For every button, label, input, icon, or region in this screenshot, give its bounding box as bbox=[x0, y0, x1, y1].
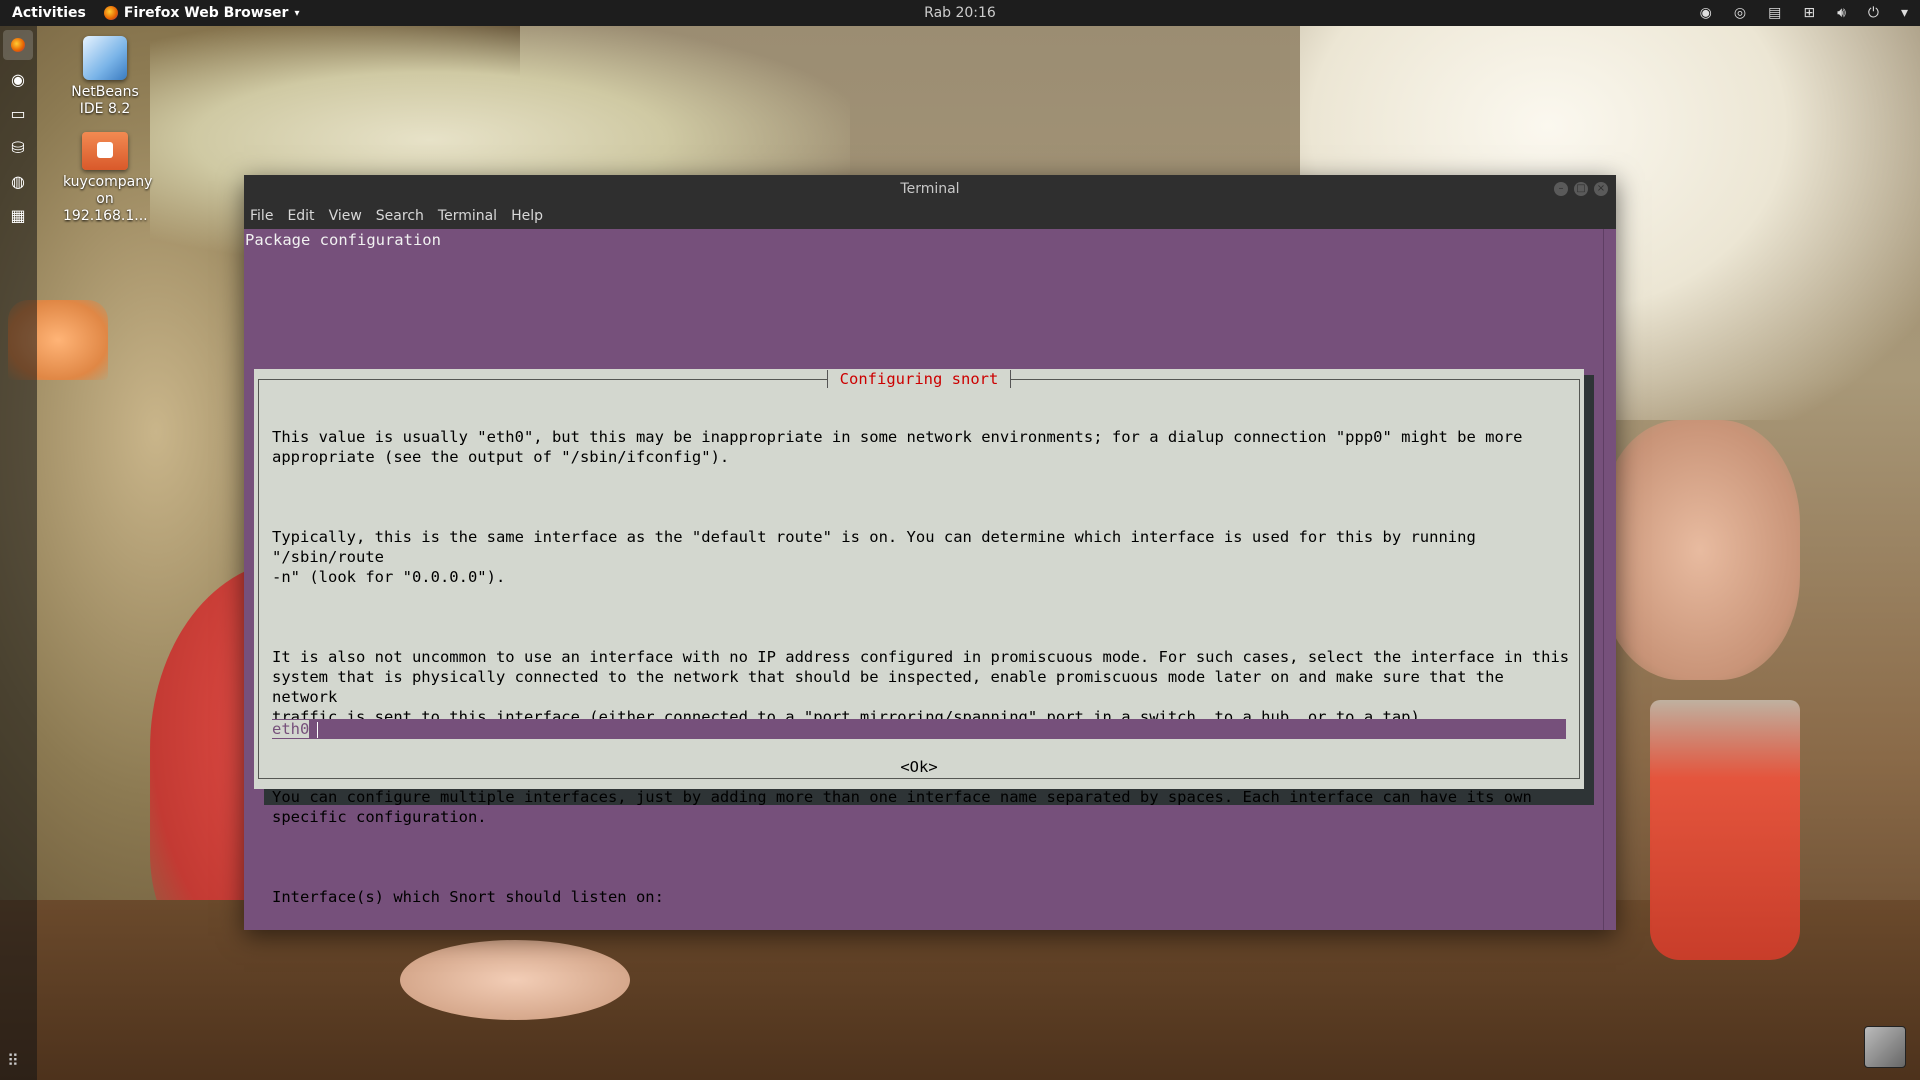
desktop-icon-label: NetBeans IDE 8.2 bbox=[71, 84, 139, 117]
clipboard-icon[interactable]: ▤ bbox=[1768, 5, 1781, 21]
desktop-icon-netbeans[interactable]: NetBeans IDE 8.2 bbox=[63, 36, 147, 118]
dialog-title: Configuring snort bbox=[254, 369, 1584, 389]
menu-file[interactable]: File bbox=[250, 208, 273, 224]
dock: ◉ ▭ ⛁ ◍ ▦ ⠿ bbox=[0, 26, 37, 1080]
firefox-dock-icon[interactable] bbox=[3, 30, 33, 60]
menu-edit[interactable]: Edit bbox=[287, 208, 314, 224]
terminal-content[interactable]: Package configuration Configuring snort … bbox=[244, 229, 1604, 930]
minimize-icon[interactable]: – bbox=[1554, 182, 1568, 196]
menu-view[interactable]: View bbox=[329, 208, 362, 224]
netbeans-icon bbox=[83, 36, 127, 80]
chevron-down-icon[interactable]: ▾ bbox=[1901, 5, 1908, 21]
close-icon[interactable]: × bbox=[1594, 182, 1608, 196]
dialog-paragraph: This value is usually "eth0", but this m… bbox=[272, 428, 1523, 466]
dialog-prompt: Interface(s) which Snort should listen o… bbox=[272, 888, 664, 906]
snort-config-dialog: Configuring snort This value is usually … bbox=[254, 369, 1584, 906]
dialog-shadow bbox=[1584, 375, 1594, 801]
avatar[interactable] bbox=[1864, 1026, 1906, 1068]
package-config-header: Package configuration bbox=[245, 231, 441, 249]
steam-alt-tray-icon[interactable]: ◎ bbox=[1734, 5, 1746, 21]
dialog-message: This value is usually "eth0", but this m… bbox=[272, 387, 1572, 967]
terminal-window[interactable]: Terminal – □ × File Edit View Search Ter… bbox=[244, 175, 1616, 930]
desktop-icon-network-share[interactable]: kuycompany on 192.168.1... bbox=[63, 128, 153, 225]
terminal-menubar: File Edit View Search Terminal Help bbox=[244, 203, 1616, 229]
files-dock-icon[interactable]: ▦ bbox=[3, 200, 33, 230]
power-icon[interactable]: ⏻ bbox=[1868, 5, 1879, 21]
software-dock-icon[interactable]: ⛁ bbox=[3, 132, 33, 162]
menu-search[interactable]: Search bbox=[376, 208, 424, 224]
desktop-icon-label: kuycompany on 192.168.1... bbox=[63, 174, 153, 224]
terminal-dock-icon[interactable]: ▭ bbox=[3, 98, 33, 128]
menu-terminal[interactable]: Terminal bbox=[438, 208, 497, 224]
app-menu[interactable]: Firefox Web Browser ▾ bbox=[103, 5, 300, 21]
menu-help[interactable]: Help bbox=[511, 208, 543, 224]
interface-input[interactable]: eth0 bbox=[272, 719, 1566, 739]
window-title: Terminal bbox=[900, 181, 960, 197]
network-folder-icon bbox=[82, 132, 128, 170]
maximize-icon[interactable]: □ bbox=[1574, 182, 1588, 196]
text-cursor bbox=[317, 721, 319, 738]
ok-button[interactable]: <Ok> bbox=[254, 757, 1584, 777]
app-dock-icon[interactable]: ◍ bbox=[3, 166, 33, 196]
dialog-paragraph: It is also not uncommon to use an interf… bbox=[272, 648, 1570, 726]
dialog-paragraph: Typically, this is the same interface as… bbox=[272, 528, 1476, 586]
terminal-scrollbar[interactable] bbox=[1603, 229, 1616, 930]
show-apps-icon[interactable]: ⠿ bbox=[7, 1051, 19, 1070]
interface-input-value[interactable]: eth0 bbox=[272, 720, 310, 738]
steam-dock-icon[interactable]: ◉ bbox=[3, 64, 33, 94]
dialog-paragraph: You can configure multiple interfaces, j… bbox=[272, 788, 1532, 826]
top-bar: Activities Firefox Web Browser ▾ Rab 20:… bbox=[0, 0, 1920, 26]
chevron-down-icon: ▾ bbox=[294, 7, 300, 19]
volume-icon[interactable]: 🔊︎ bbox=[1837, 5, 1846, 21]
network-icon[interactable]: ⊞ bbox=[1803, 5, 1815, 21]
steam-tray-icon[interactable]: ◉ bbox=[1700, 5, 1712, 21]
system-tray: ◉ ◎ ▤ ⊞ 🔊︎ ⏻ ▾ bbox=[1700, 0, 1908, 26]
activities-button[interactable]: Activities bbox=[0, 5, 98, 21]
app-menu-label: Firefox Web Browser bbox=[123, 5, 289, 21]
terminal-titlebar[interactable]: Terminal – □ × bbox=[244, 175, 1616, 203]
firefox-icon bbox=[103, 6, 118, 20]
